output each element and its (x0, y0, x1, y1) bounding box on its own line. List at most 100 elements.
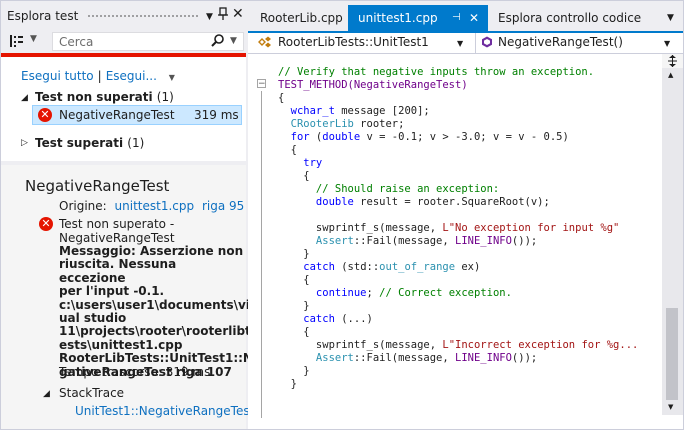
code-line: catch (std::out_of_range ex) (278, 261, 481, 273)
tab-unittest1-cpp[interactable]: unittest1.cpp ⊣ ✕ (348, 5, 488, 31)
code-line: for (double v = -0.1; v > -3.0; v = v - … (278, 131, 569, 143)
code-line: catch (...) (278, 313, 373, 325)
code-line: { (278, 92, 285, 104)
panel-title-bar: Esplora test ▼ ✕ (1, 1, 246, 31)
test-list: Esegui tutto | Esegui... ▼ ◢ Test non supe… (1, 57, 246, 161)
tab-pin-icon[interactable]: ⊣ (452, 5, 461, 31)
run-all-link[interactable]: Esegui tutto (21, 69, 94, 83)
code-line: wchar_t message [200]; (278, 105, 430, 117)
group-by-dropdown-icon[interactable]: ▼ (30, 34, 37, 44)
failed-test-time: 319 ms (194, 108, 239, 122)
code-line: } (278, 248, 310, 260)
detail-elapsed: Tempo trascorso: 319 ms (59, 365, 211, 379)
message-line: RooterLibTests::UnitTest1::Ne (59, 351, 262, 366)
search-options-dropdown-icon[interactable]: ▼ (230, 36, 237, 46)
document-tabs: RooterLib.cpp unittest1.cpp ⊣ ✕ Esplora … (248, 1, 683, 51)
detail-status: Test non superato - NegativeRangeTest (59, 217, 175, 245)
scroll-down-icon[interactable]: ▼ (668, 403, 673, 411)
test-explorer-panel: Esplora test ▼ ✕ ▼ ▼ Esegu (1, 1, 264, 429)
message-line: 11\projects\rooter\rooterlibt (59, 324, 251, 339)
source-row: Origine: unittest1.cpp riga 95 (59, 199, 244, 213)
split-view-icon[interactable] (662, 54, 683, 68)
source-line-link[interactable]: riga 95 (202, 199, 244, 213)
failed-test-name: NegativeRangeTest (59, 108, 175, 122)
passed-group-header[interactable]: Test superati (1) (35, 136, 144, 150)
code-editor: RooterLib.cpp unittest1.cpp ⊣ ✕ Esplora … (248, 1, 683, 429)
message-line: c:\users\user1\documents\vis (59, 297, 258, 312)
message-line: ests\unittest1.cpp (59, 337, 183, 352)
tab-list-dropdown-icon[interactable]: ▼ (667, 13, 674, 23)
panel-title: Esplora test (7, 9, 79, 23)
failed-group-header[interactable]: Test non superati (1) (35, 90, 174, 104)
code-line: // Should raise an exception: (278, 183, 500, 195)
run-link[interactable]: Esegui... (106, 69, 157, 83)
code-line: { (278, 326, 310, 338)
code-line: continue; // Correct exception. (278, 287, 512, 299)
scroll-up-icon[interactable]: ▲ (668, 71, 673, 79)
code-line: Assert::Fail(message, LINE_INFO()); (278, 352, 538, 364)
app-window: Esplora test ▼ ✕ ▼ ▼ Esegu (0, 0, 684, 430)
run-dropdown-icon[interactable]: ▼ (169, 73, 175, 82)
run-links: Esegui tutto | Esegui... ▼ (21, 69, 175, 83)
code-line: { (278, 274, 310, 286)
code-line: CRooterLib rooter; (278, 118, 405, 130)
code-line: } (278, 300, 310, 312)
code-line: { (278, 144, 297, 156)
outline-line (261, 91, 262, 418)
error-icon: ✕ (38, 108, 52, 122)
test-detail-pane: NegativeRangeTest Origine: unittest1.cpp… (1, 165, 264, 429)
message-line: per l'input -0.1. (59, 284, 165, 299)
navbar-separator (475, 33, 476, 53)
expand-failed-icon[interactable]: ◢ (21, 93, 28, 103)
stacktrace-link[interactable]: UnitTest1::NegativeRangeTest() (75, 404, 264, 418)
code-line: // Verify that negative inputs throw an … (278, 66, 595, 78)
method-dropdown-icon[interactable]: ▼ (664, 39, 670, 48)
class-icon (258, 36, 272, 51)
failed-test-item[interactable]: ✕ NegativeRangeTest 319 ms (32, 105, 242, 125)
search-icon[interactable] (211, 33, 225, 51)
source-label: Origine: (59, 199, 107, 213)
class-dropdown[interactable]: RooterLibTests::UnitTest1 (278, 35, 429, 49)
passed-group-label: Test superati (35, 136, 124, 150)
code-line: { (278, 170, 310, 182)
link-separator: | (97, 69, 102, 83)
tab-source-control-explorer[interactable]: Esplora controllo codice sorg... (488, 5, 666, 51)
drag-grip[interactable] (87, 14, 199, 19)
class-dropdown-icon[interactable]: ▼ (457, 39, 463, 48)
group-by-icon[interactable] (9, 33, 25, 53)
failed-group-count: (1) (156, 90, 174, 104)
message-line: Messaggio: Asserzione non (59, 244, 244, 258)
passed-group-count: (1) (127, 136, 145, 150)
source-file-link[interactable]: unittest1.cpp (115, 199, 195, 213)
expand-stacktrace-icon[interactable]: ◢ (43, 389, 50, 399)
search-input[interactable] (59, 34, 199, 49)
message-line: riuscita. Nessuna eccezione (59, 257, 177, 285)
tab-rooterlib-cpp[interactable]: RooterLib.cpp (250, 5, 347, 31)
tab-label: RooterLib.cpp (260, 11, 343, 25)
detail-message: Messaggio: Asserzione non riuscita. Ness… (59, 244, 262, 379)
code-line: try (278, 157, 323, 169)
failed-group-label: Test non superati (35, 90, 153, 104)
code-line: swprintf_s(message, L"Incorrect exceptio… (278, 339, 639, 351)
tab-label: unittest1.cpp (358, 11, 438, 25)
method-icon (481, 36, 493, 51)
code-area[interactable]: − // Verify that negative inputs throw a… (248, 53, 662, 429)
code-line: swprintf_s(message, L"No exception for i… (278, 222, 620, 234)
code-line: TEST_METHOD(NegativeRangeTest) (278, 79, 468, 91)
expand-passed-icon[interactable]: ▷ (21, 138, 28, 148)
close-icon[interactable]: ✕ (232, 6, 244, 22)
toolbar: ▼ ▼ (1, 31, 246, 53)
code-line: double result = rooter.SquareRoot(v); (278, 196, 550, 208)
collapse-region-icon[interactable]: − (257, 79, 266, 89)
window-position-dropdown-icon[interactable]: ▼ (206, 9, 213, 25)
tab-close-icon[interactable]: ✕ (469, 5, 479, 31)
scrollbar-thumb[interactable] (666, 308, 678, 400)
search-box: ▼ (52, 32, 244, 51)
detail-error-icon: ✕ (39, 217, 53, 231)
pin-icon[interactable] (218, 7, 228, 25)
message-line: ual studio (59, 311, 127, 326)
code-line: Assert::Fail(message, LINE_INFO()); (278, 235, 538, 247)
stacktrace-label: StackTrace (59, 386, 125, 400)
method-dropdown[interactable]: NegativeRangeTest() (498, 35, 623, 49)
vertical-scrollbar[interactable]: ▲ ▼ (662, 68, 683, 415)
